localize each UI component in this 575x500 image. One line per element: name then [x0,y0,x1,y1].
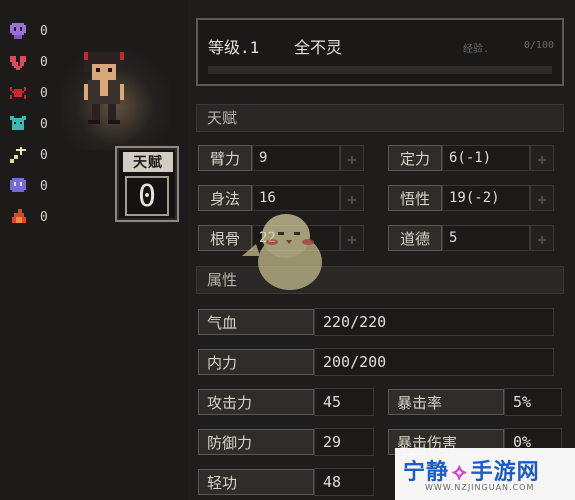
add-morality-button[interactable]: ✚ [530,225,554,251]
stat-row-insight: 悟性 19(-2) ✚ [388,184,554,212]
watermark-url: WWW.NZJINGUAN.COM [425,483,535,492]
teal-creature-icon [8,114,28,134]
counter-value: 0 [40,178,48,194]
counter-mask: 0 [8,175,48,197]
attr-label: 防御力 [198,429,314,455]
add-strength-button[interactable]: ✚ [340,145,364,171]
talent-points-label: 天赋 [123,152,173,172]
stat-value: 5 [442,225,530,251]
add-agility-button[interactable]: ✚ [340,185,364,211]
attr-row-hp: 气血 220/220 [198,308,554,336]
counter-value: 0 [40,54,48,70]
stat-label: 臂力 [198,145,252,171]
counter-value: 0 [40,209,48,225]
attr-label: 暴击率 [388,389,504,415]
attr-value: 200/200 [314,348,554,376]
exp-value: 0/100 [523,40,554,51]
exp-bar [208,66,552,74]
counter-creature: 0 [8,113,48,135]
attr-value: 45 [314,388,374,416]
attr-value: 5% [504,388,562,416]
counter-skull: 0 [8,20,48,42]
attr-label: 攻击力 [198,389,314,415]
counter-heart: 0 [8,51,48,73]
stat-value: 19(-2) [442,185,530,211]
purple-mask-icon [8,176,28,196]
site-watermark: 宁静 ⟡ 手游网 WWW.NZJINGUAN.COM [395,448,575,500]
talent-points-box: 天赋 0 [115,146,179,222]
stat-label: 悟性 [388,185,442,211]
attr-row-defense: 防御力 29 [198,428,374,456]
attr-value: 29 [314,428,374,456]
attr-label: 轻功 [198,469,314,495]
counter-flame: 0 [8,206,48,228]
broken-heart-icon [8,52,28,72]
talent-points-value: 0 [125,176,169,216]
add-constitution-button[interactable]: ✚ [340,225,364,251]
red-spider-icon [8,83,28,103]
watermark-main: 宁静 ⟡ 手游网 [403,460,540,485]
attr-row-attack: 攻击力 45 [198,388,374,416]
stat-row-morality: 道德 5 ✚ [388,224,554,252]
level-text: 等级.1 [208,38,260,57]
sparkle-wand-icon [8,145,28,165]
mascot-overlay-icon [242,214,322,290]
counter-spider: 0 [8,82,48,104]
talent-section-header: 天赋 [196,104,564,132]
attr-label: 内力 [198,349,314,375]
purple-skull-icon [8,21,28,41]
character-title: 全不灵 [294,38,343,57]
counter-value: 0 [40,116,48,132]
stat-value: 6(-1) [442,145,530,171]
attr-value: 48 [314,468,374,496]
attr-value: 220/220 [314,308,554,336]
character-sprite[interactable] [76,48,132,128]
add-insight-button[interactable]: ✚ [530,185,554,211]
stat-label: 道德 [388,225,442,251]
stat-value: 9 [252,145,340,171]
attr-label: 气血 [198,309,314,335]
stat-row-focus: 定力 6(-1) ✚ [388,144,554,172]
counter-value: 0 [40,23,48,39]
flame-icon [8,207,28,227]
level-box: 等级.1 全不灵 经验. 0/100 [196,18,564,86]
attr-row-lightness: 轻功 48 [198,468,374,496]
stat-label: 定力 [388,145,442,171]
add-focus-button[interactable]: ✚ [530,145,554,171]
attr-row-crit-rate: 暴击率 5% [388,388,562,416]
counter-value: 0 [40,147,48,163]
exp-label: 经验. [463,44,490,55]
counter-value: 0 [40,85,48,101]
attr-row-mp: 内力 200/200 [198,348,554,376]
stat-row-strength: 臂力 9 ✚ [198,144,364,172]
counter-wand: 0 [8,144,48,166]
